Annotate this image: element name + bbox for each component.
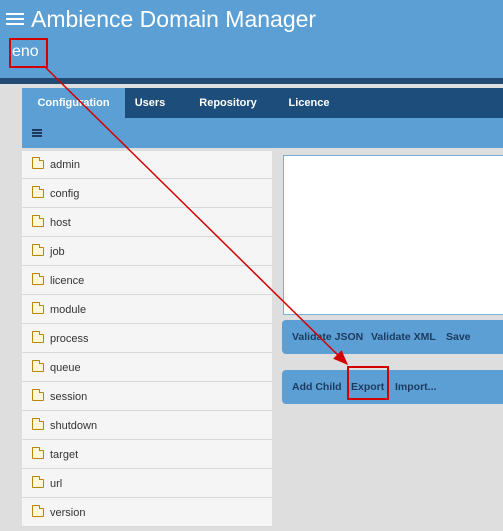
annotation-arrow [43,65,349,366]
